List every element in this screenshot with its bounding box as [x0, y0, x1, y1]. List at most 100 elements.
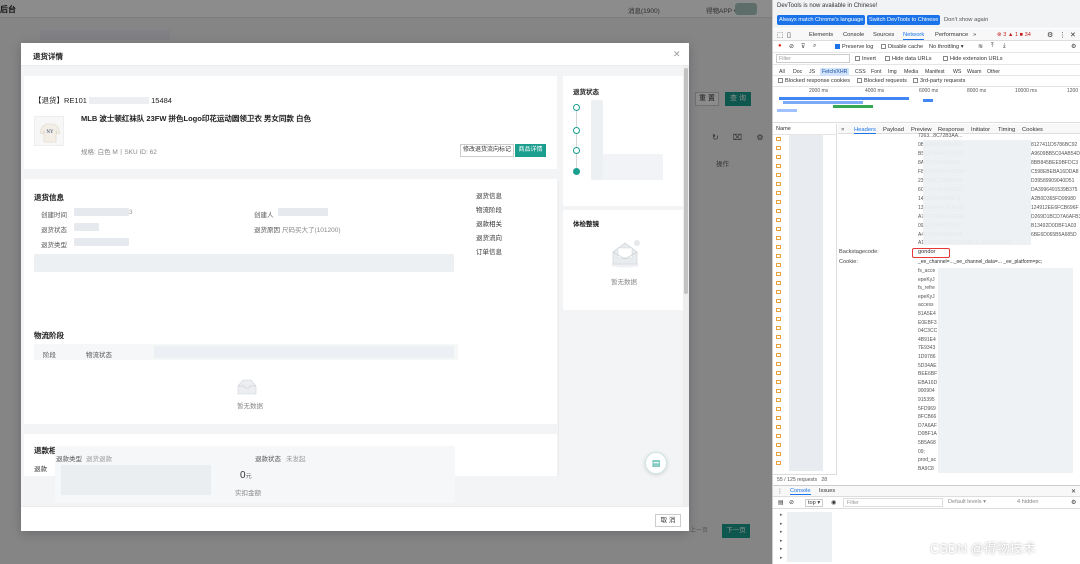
tab-performance[interactable]: Performance — [935, 32, 968, 38]
detail-tab-initiator[interactable]: Initiator — [971, 127, 990, 133]
disable-cache-checkbox[interactable]: Disable cache — [881, 44, 923, 50]
settings-icon[interactable]: ⚙ — [1071, 499, 1076, 506]
anchor-logistics[interactable]: 物流阶段 — [476, 204, 502, 214]
detail-tab-cookies[interactable]: Cookies — [1022, 127, 1043, 133]
match-language-button[interactable]: Always match Chrome's language — [777, 15, 866, 25]
gear-icon[interactable]: ⚙ — [1047, 31, 1053, 39]
request-row[interactable] — [776, 433, 783, 439]
hide-data-urls-checkbox[interactable]: Hide data URLs — [885, 56, 932, 62]
request-row[interactable] — [776, 442, 783, 448]
clear-console-icon[interactable]: ⊘ — [789, 499, 794, 506]
request-row[interactable] — [776, 163, 783, 169]
anchor-refund[interactable]: 退款相关 — [476, 218, 502, 228]
anchor-order-info[interactable]: 订单信息 — [476, 246, 502, 256]
type-css[interactable]: CSS — [853, 68, 868, 76]
detail-tab-payload[interactable]: Payload — [883, 127, 904, 133]
type-other[interactable]: Other — [985, 68, 1002, 76]
preserve-log-checkbox[interactable]: Preserve log — [835, 44, 873, 50]
drawer-tab-issues[interactable]: Issues — [819, 488, 835, 494]
request-row[interactable] — [776, 289, 783, 295]
request-row[interactable] — [776, 415, 783, 421]
request-row[interactable] — [776, 154, 783, 160]
drawer-tab-console[interactable]: Console — [790, 488, 811, 495]
modify-flow-button[interactable]: 修改退货流向标记 — [460, 144, 514, 157]
upload-icon[interactable]: ⤒ — [991, 43, 994, 50]
filter-icon[interactable]: ⊽ — [801, 43, 805, 50]
expand-arrow-icon[interactable]: ▸ — [780, 546, 783, 552]
download-icon[interactable]: ⤓ — [1003, 43, 1006, 50]
throttling-select[interactable]: No throttling ▾ — [929, 44, 964, 50]
expand-arrow-icon[interactable]: ▸ — [780, 529, 783, 535]
blocked-cookies-checkbox[interactable]: Blocked response cookies — [778, 78, 850, 84]
close-icon[interactable]: ✕ — [673, 49, 681, 60]
context-select[interactable]: top ▾ — [805, 499, 824, 507]
blocked-requests-checkbox[interactable]: Blocked requests — [857, 78, 907, 84]
filter-input[interactable]: Filter — [776, 54, 850, 63]
request-row[interactable] — [776, 388, 783, 394]
expand-arrow-icon[interactable]: ▸ — [780, 512, 783, 518]
request-row[interactable] — [776, 451, 783, 457]
anchor-return-flow[interactable]: 退货流向 — [476, 232, 502, 242]
request-row[interactable] — [776, 244, 783, 250]
request-row[interactable] — [776, 262, 783, 268]
kebab-icon[interactable]: ⋮ — [1059, 31, 1066, 39]
request-row[interactable] — [776, 460, 783, 466]
tab-sources[interactable]: Sources — [873, 32, 894, 38]
close-icon[interactable]: ✕ — [1070, 31, 1076, 39]
wifi-icon[interactable]: ≋ — [978, 43, 983, 50]
third-party-checkbox[interactable]: 3rd-party requests — [913, 78, 965, 84]
detail-tab-headers[interactable]: Headers — [854, 127, 876, 134]
request-row[interactable] — [776, 370, 783, 376]
request-row[interactable] — [776, 217, 783, 223]
type-js[interactable]: JS — [807, 68, 817, 76]
network-timeline[interactable]: 2000 ms 4000 ms 6000 ms 8000 ms 10000 ms… — [773, 87, 1080, 123]
request-row[interactable] — [776, 226, 783, 232]
request-row[interactable] — [776, 199, 783, 205]
request-row[interactable] — [776, 298, 783, 304]
type-doc[interactable]: Doc — [791, 68, 804, 76]
detail-close-icon[interactable]: × — [841, 127, 844, 133]
expand-arrow-icon[interactable]: ▸ — [780, 521, 783, 527]
clear-icon[interactable]: ⊘ — [789, 43, 794, 50]
request-row[interactable] — [776, 379, 783, 385]
sidebar-icon[interactable]: ▤ — [778, 499, 784, 506]
request-row[interactable] — [776, 352, 783, 358]
request-row[interactable] — [776, 208, 783, 214]
invert-checkbox[interactable]: Invert — [855, 56, 876, 62]
type-media[interactable]: Media — [902, 68, 920, 76]
log-level-select[interactable]: Default levels ▾ — [948, 499, 986, 505]
request-row[interactable] — [776, 190, 783, 196]
request-row[interactable] — [776, 325, 783, 331]
request-row[interactable] — [776, 235, 783, 241]
eye-icon[interactable]: ◉ — [831, 499, 836, 506]
error-badges[interactable]: ⊗ 3 ▲ 1 ■ 34 — [997, 32, 1031, 38]
type-ws[interactable]: WS — [951, 68, 963, 76]
request-row[interactable] — [776, 172, 783, 178]
expand-arrow-icon[interactable]: ▸ — [780, 538, 783, 544]
request-row[interactable] — [776, 334, 783, 340]
request-row[interactable] — [776, 361, 783, 367]
console-filter-input[interactable]: Filter — [843, 498, 943, 507]
type-img[interactable]: Img — [886, 68, 899, 76]
request-row[interactable] — [776, 271, 783, 277]
dont-show-again-link[interactable]: Don't show again — [944, 17, 988, 23]
search-icon[interactable]: ⌕ — [813, 43, 816, 50]
request-row[interactable] — [776, 316, 783, 322]
tab-console[interactable]: Console — [843, 32, 864, 38]
request-row[interactable] — [776, 280, 783, 286]
request-row[interactable] — [776, 253, 783, 259]
request-row[interactable] — [776, 424, 783, 430]
type-wasm[interactable]: Wasm — [965, 68, 984, 76]
request-row[interactable] — [776, 307, 783, 313]
type-font[interactable]: Font — [869, 68, 883, 76]
settings-icon[interactable]: ⚙ — [1071, 43, 1076, 50]
drawer-menu-icon[interactable]: ⋮ — [777, 488, 783, 495]
hide-ext-urls-checkbox[interactable]: Hide extension URLs — [943, 56, 1003, 62]
tab-elements[interactable]: Elements — [809, 32, 833, 38]
request-row[interactable] — [776, 136, 783, 142]
modal-scrollbar-thumb[interactable] — [684, 68, 688, 294]
detail-tab-timing[interactable]: Timing — [998, 127, 1015, 133]
anchor-return-info[interactable]: 退货信息 — [476, 190, 502, 200]
type-all[interactable]: All — [777, 68, 787, 76]
type-fetch-xhr[interactable]: Fetch/XHR — [820, 68, 850, 76]
